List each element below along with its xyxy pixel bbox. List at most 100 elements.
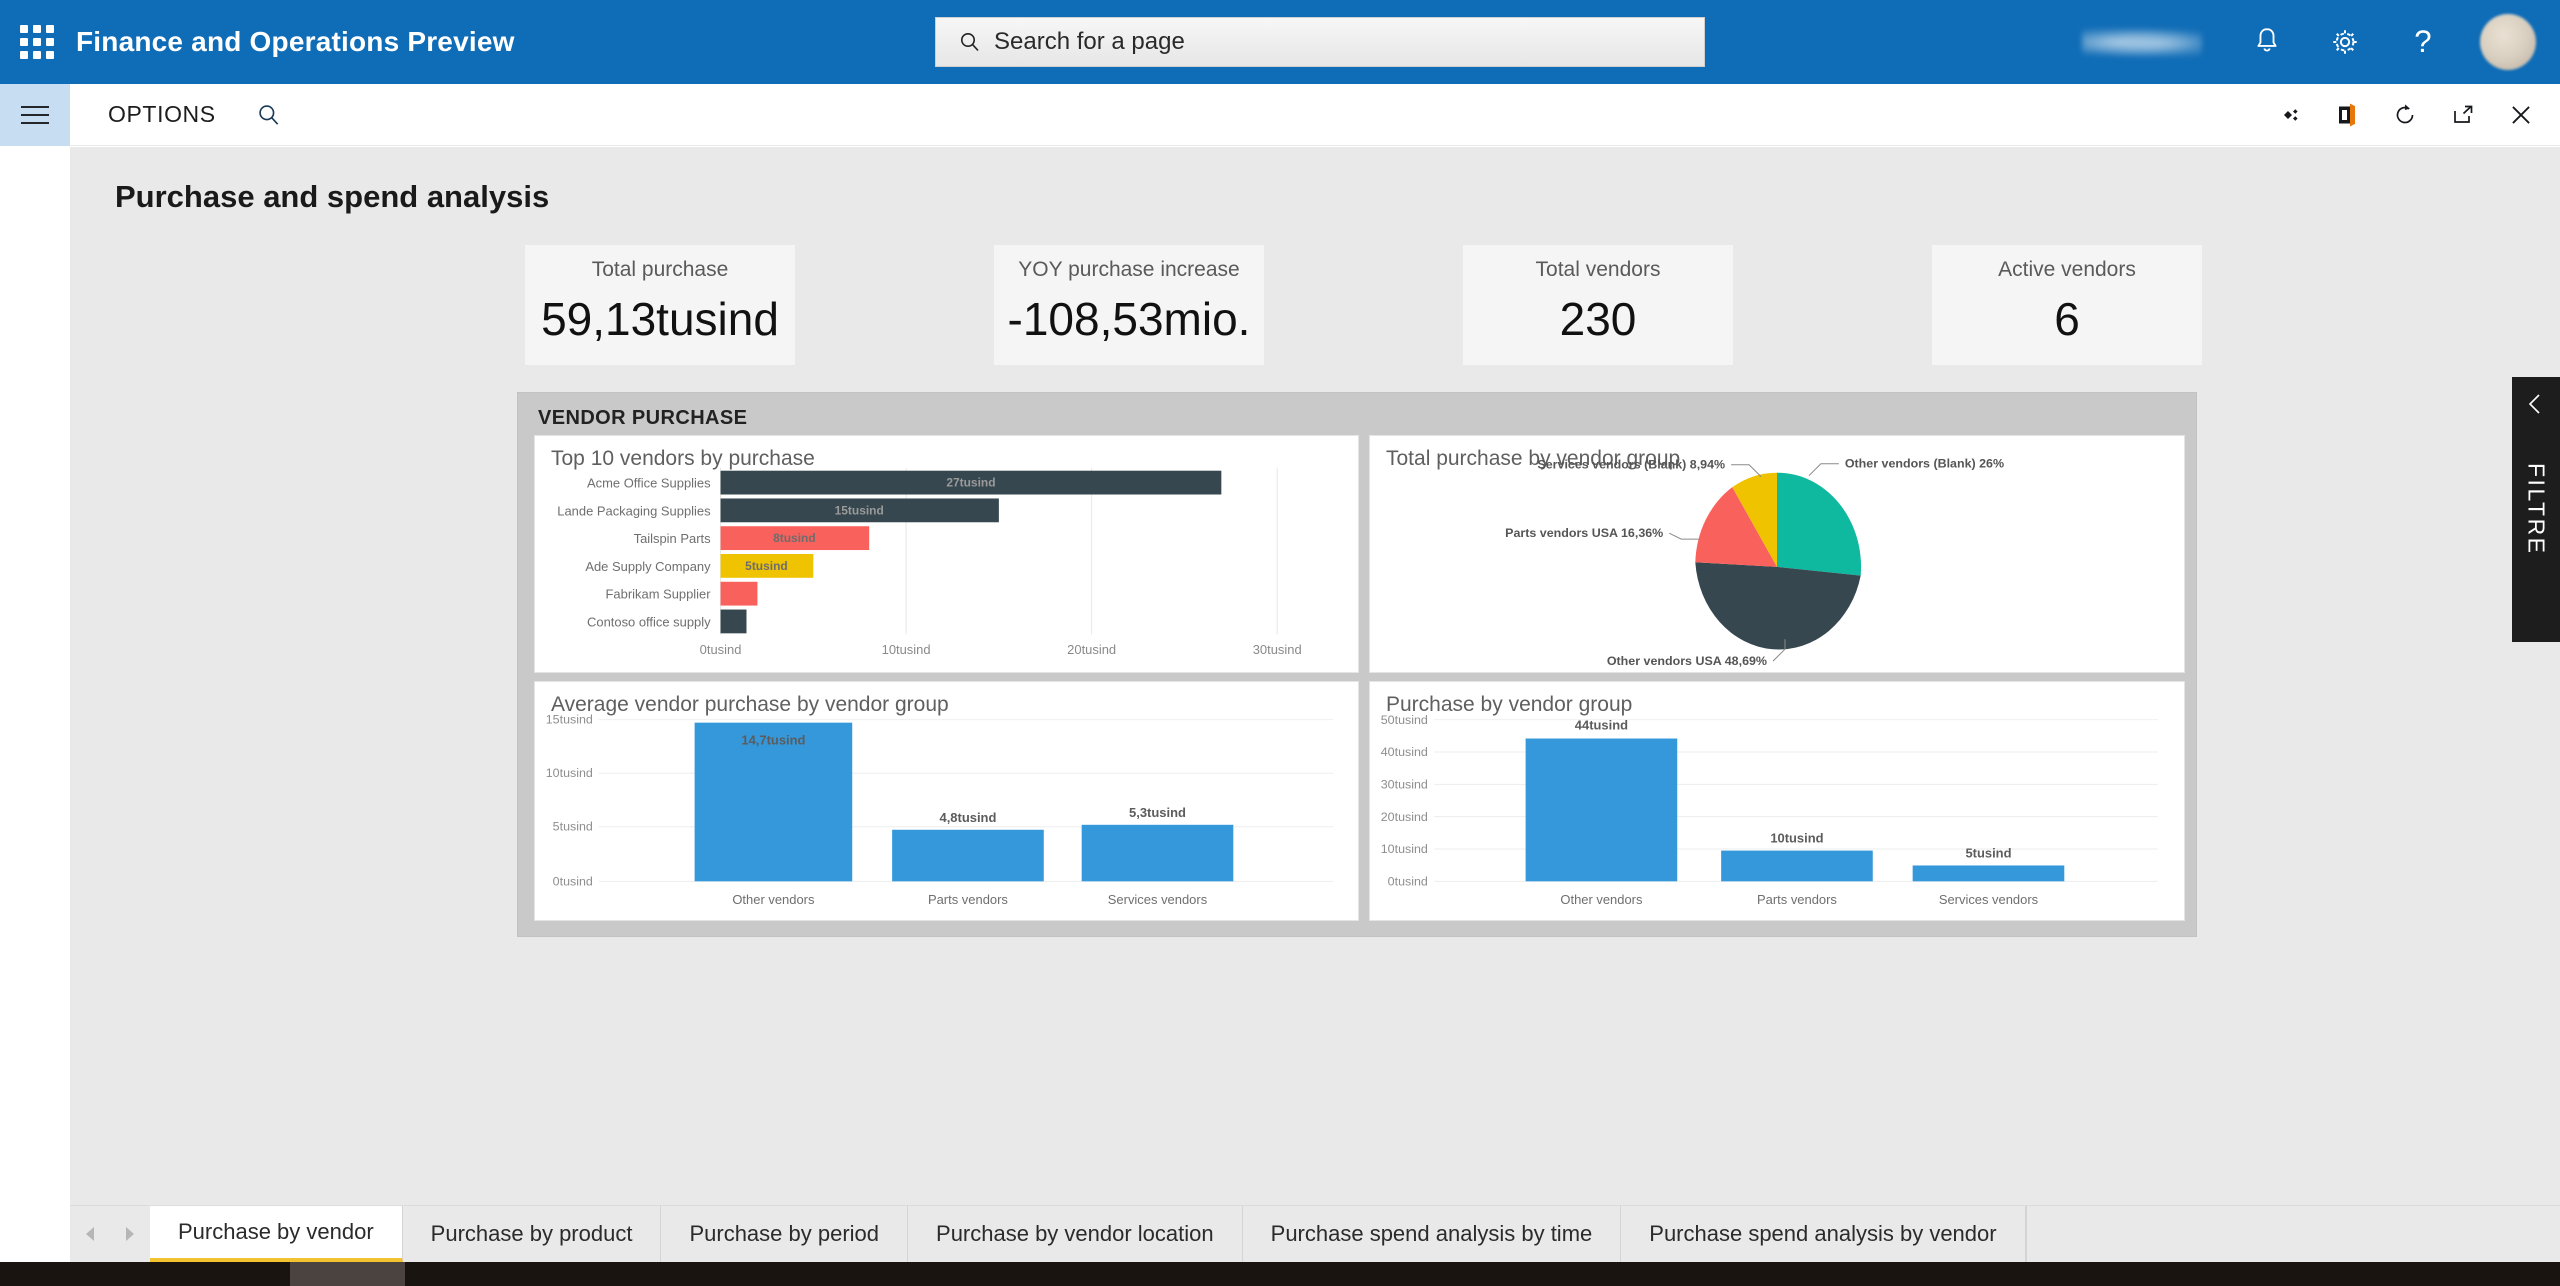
search-icon (958, 30, 982, 54)
top-navigation-bar: Finance and Operations Preview Search fo… (0, 0, 2560, 84)
user-avatar[interactable] (2480, 14, 2536, 70)
tab-prev-arrow-icon[interactable] (83, 1225, 97, 1243)
open-in-new-window-icon[interactable] (2434, 84, 2492, 146)
command-bar: OPTIONS (0, 84, 2560, 146)
tab-purchase-by-product[interactable]: Purchase by product (403, 1206, 662, 1262)
category-label: Tailspin Parts (634, 531, 711, 546)
column-label: 14,7tusind (741, 733, 805, 748)
dashboard-canvas: Purchase and spend analysis Total purcha… (70, 147, 2560, 1232)
chart-top-10-vendors-by-purchase[interactable]: Top 10 vendors by purchase (534, 435, 1359, 673)
pie-label: Other vendors USA 48,69% (1607, 654, 1767, 668)
column-services-vendors (1913, 865, 2065, 881)
left-rail (0, 147, 70, 1262)
kpi-value: 6 (2054, 292, 2080, 346)
pie-label: Other vendors (Blank) 26% (1845, 457, 2004, 471)
options-button[interactable]: OPTIONS (108, 101, 216, 128)
category-label: Acme Office Supplies (587, 476, 711, 491)
value-axis-labels: 0tusind 10tusind 20tusind 30tusind (700, 642, 1302, 657)
y-tick-label: 15tusind (546, 713, 593, 727)
x-tick-label: 0tusind (700, 642, 742, 657)
kpi-value: 59,13tusind (541, 292, 779, 346)
chart-purchase-by-vendor-group[interactable]: Purchase by vendor group (1369, 681, 2185, 921)
chart-average-vendor-purchase-by-vendor-group[interactable]: Average vendor purchase by vendor group (534, 681, 1359, 921)
company-name-label (2082, 27, 2202, 57)
tab-purchase-spend-analysis-by-time[interactable]: Purchase spend analysis by time (1243, 1206, 1622, 1262)
search-input[interactable]: Search for a page (935, 17, 1705, 67)
attachments-diamond-icon[interactable] (2260, 84, 2318, 146)
x-category-label: Services vendors (1108, 892, 1207, 907)
chart-total-purchase-by-vendor-group[interactable]: Total purchase by vendor group (1369, 435, 2185, 673)
settings-gear-icon[interactable] (2306, 0, 2384, 84)
kpi-tile-total-purchase[interactable]: Total purchase 59,13tusind (525, 245, 795, 365)
kpi-tile-yoy-purchase-increase[interactable]: YOY purchase increase -108,53mio. (994, 245, 1264, 365)
kpi-tile-active-vendors[interactable]: Active vendors 6 (1932, 245, 2202, 365)
command-search-icon[interactable] (256, 102, 282, 128)
tab-purchase-spend-analysis-by-vendor[interactable]: Purchase spend analysis by vendor (1621, 1206, 2025, 1262)
y-tick-label: 0tusind (1388, 874, 1428, 888)
y-tick-label: 10tusind (1381, 842, 1428, 856)
pie-slice-other-vendors-usa (1695, 562, 1860, 649)
x-tick-label: 20tusind (1067, 642, 1116, 657)
app-launcher-grid-icon[interactable] (20, 25, 54, 59)
category-label: Ade Supply Company (585, 559, 711, 574)
tab-purchase-by-vendor[interactable]: Purchase by vendor (150, 1206, 403, 1262)
bar-series (721, 471, 1222, 634)
kpi-tile-row: Total purchase 59,13tusind YOY purchase … (115, 245, 2435, 365)
kpi-tile-total-vendors[interactable]: Total vendors 230 (1463, 245, 1733, 365)
pie-slice-other-vendors-blank (1777, 473, 1861, 576)
pie-label: Parts vendors USA 16,36% (1505, 526, 1663, 540)
column-label: 44tusind (1575, 718, 1628, 733)
svg-text:?: ? (2414, 25, 2431, 59)
bottom-tab-bar: Purchase by vendor Purchase by product P… (70, 1205, 2560, 1262)
category-axis-labels: Acme Office Supplies Lande Packaging Sup… (557, 476, 711, 630)
y-tick-label: 30tusind (1381, 778, 1428, 792)
total-purchase-pie-plot: Other vendors (Blank) 26% Services vendo… (1370, 436, 2184, 672)
column-services-vendors (1082, 825, 1234, 882)
y-tick-label: 5tusind (553, 820, 593, 834)
close-icon[interactable] (2492, 84, 2550, 146)
x-category-label: Other vendors (732, 892, 814, 907)
x-category-label: Other vendors (1560, 892, 1642, 907)
bar-label: 5tusind (745, 559, 788, 573)
notifications-bell-icon[interactable] (2228, 0, 2306, 84)
y-axis-labels: 0tusind 5tusind 10tusind 15tusind (546, 713, 593, 889)
filter-panel-tab[interactable]: FILTRE (2512, 377, 2560, 642)
y-tick-label: 50tusind (1381, 713, 1428, 727)
category-label: Contoso office supply (587, 614, 711, 629)
tab-next-arrow-icon[interactable] (123, 1225, 137, 1243)
navigation-menu-icon[interactable] (0, 84, 70, 146)
bar-label: 8tusind (773, 531, 816, 545)
tab-scroll-arrows (70, 1206, 150, 1262)
column-label: 5tusind (1965, 846, 2011, 861)
x-category-label: Parts vendors (1757, 892, 1837, 907)
command-bar-actions (2260, 84, 2550, 146)
category-label: Lande Packaging Supplies (557, 503, 710, 518)
kpi-value: -108,53mio. (1008, 292, 1251, 346)
top-bar-actions: ? (2082, 0, 2560, 84)
y-tick-label: 10tusind (546, 766, 593, 780)
help-question-icon[interactable]: ? (2384, 0, 2462, 84)
tab-purchase-by-vendor-location[interactable]: Purchase by vendor location (908, 1206, 1243, 1262)
column-other-vendors (1526, 739, 1678, 882)
column-label: 10tusind (1770, 831, 1823, 846)
x-category-label: Services vendors (1939, 892, 2038, 907)
kpi-label: Total vendors (1536, 258, 1661, 282)
office-apps-icon[interactable] (2318, 84, 2376, 146)
tab-bar-filler (2026, 1206, 2560, 1262)
pie-label: Services vendors (Blank) 8,94% (1537, 458, 1725, 472)
x-category-label: Parts vendors (928, 892, 1008, 907)
y-tick-label: 0tusind (553, 874, 593, 888)
tab-purchase-by-period[interactable]: Purchase by period (661, 1206, 908, 1262)
column-parts-vendors (892, 830, 1044, 882)
x-tick-label: 10tusind (882, 642, 931, 657)
bar-label: 15tusind (835, 503, 884, 517)
top-10-vendors-bar-plot: 27tusind 15tusind 8tusind 5tusind Acme O… (535, 436, 1358, 672)
pie-slices (1695, 473, 1861, 650)
kpi-label: Total purchase (592, 258, 729, 282)
app-title: Finance and Operations Preview (76, 26, 515, 58)
column-parts-vendors (1721, 851, 1873, 882)
category-label: Fabrikam Supplier (606, 587, 712, 602)
y-tick-label: 40tusind (1381, 745, 1428, 759)
refresh-icon[interactable] (2376, 84, 2434, 146)
y-axis-labels: 0tusind 10tusind 20tusind 30tusind 40tus… (1381, 713, 1428, 888)
